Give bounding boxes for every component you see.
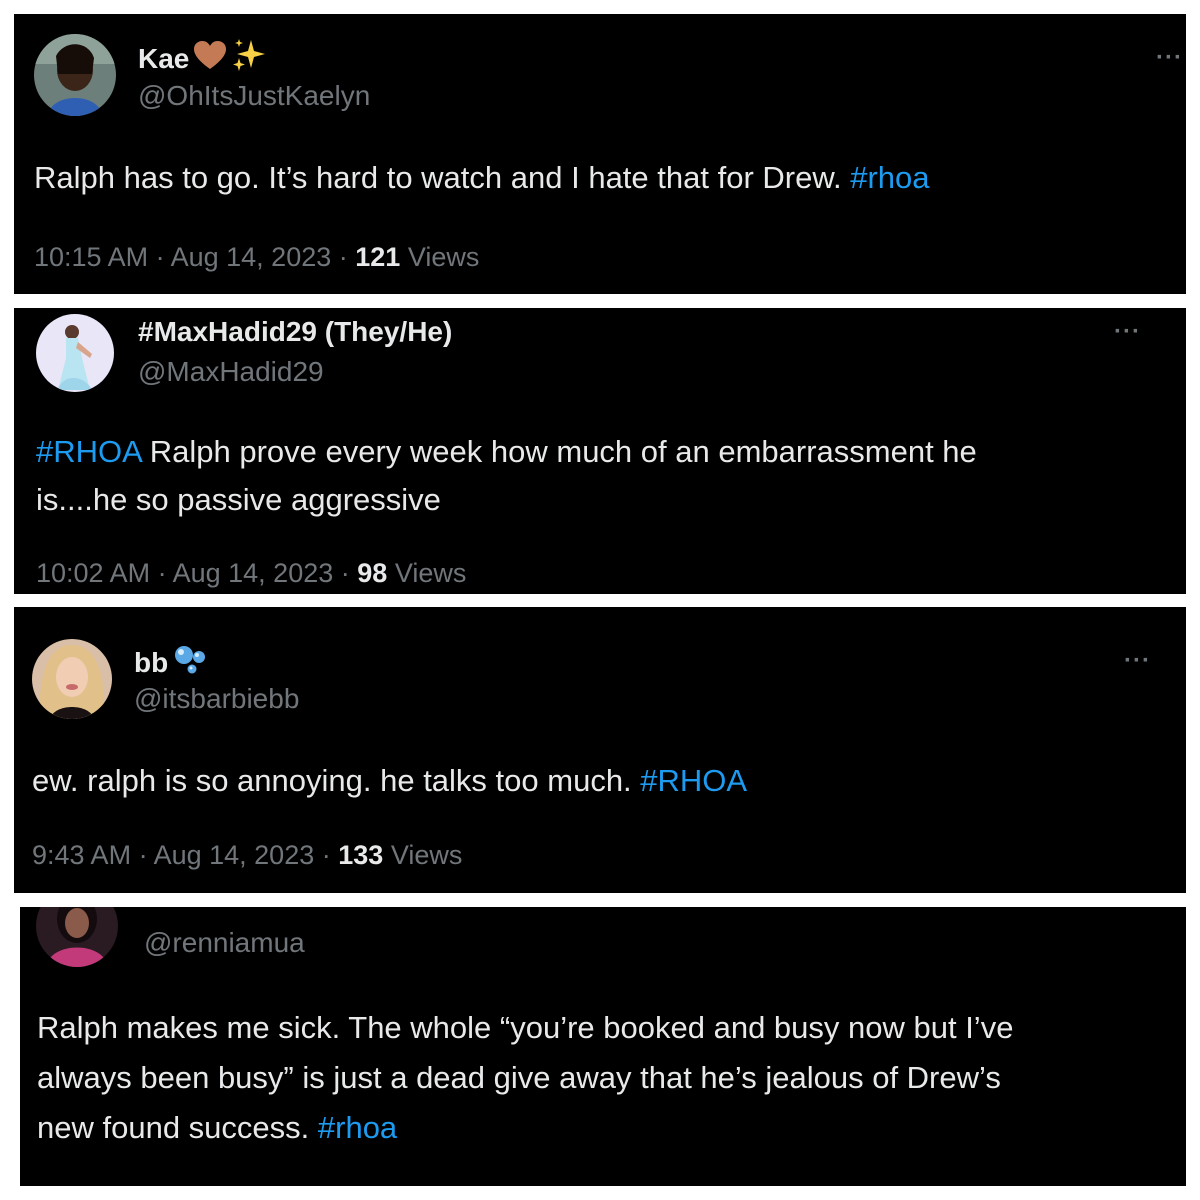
user-handle[interactable]: @renniamua [144,927,305,959]
display-name-text[interactable]: bb [134,647,168,679]
hashtag-link[interactable]: #rhoa [318,1110,397,1145]
tweet-text: #RHOA Ralph prove every week how much of… [36,428,977,524]
tweet-text: Ralph makes me sick. The whole “you’re b… [37,1003,1013,1153]
more-options-icon[interactable]: ··· [1114,320,1141,344]
tweet-card-kae[interactable]: Kae @OhItsJustKaelyn ··· Ralph has to go… [14,14,1186,294]
tweet-text: ew. ralph is so annoying. he talks too m… [32,757,747,805]
hashtag-link[interactable]: #RHOA [640,763,747,798]
bubbles-icon [172,643,208,682]
tweet-date[interactable]: Aug 14, 2023 [173,558,334,588]
tweet-text: Ralph has to go. It’s hard to watch and … [34,154,930,202]
avatar[interactable] [36,907,118,967]
tweet-date[interactable]: Aug 14, 2023 [171,242,332,272]
brown-heart-icon [193,40,227,77]
user-handle[interactable]: @itsbarbiebb [134,683,299,715]
tweet-text-body: Ralph has to go. It’s hard to watch and … [34,160,851,195]
avatar[interactable] [34,34,116,116]
hashtag-link[interactable]: #rhoa [850,160,929,195]
user-handle[interactable]: @MaxHadid29 [138,356,324,388]
display-name[interactable]: #MaxHadid29 (They/He) [138,316,452,348]
tweet-time[interactable]: 9:43 AM [32,840,131,870]
tweet-meta: 10:02 AM · Aug 14, 2023 · 98 Views [36,558,467,588]
views-count[interactable]: 133 [338,840,383,870]
tweet-card-rennia[interactable]: @renniamua Ralph makes me sick. The whol… [20,907,1186,1186]
tweet-meta: 9:43 AM · Aug 14, 2023 · 133 Views [32,840,463,870]
avatar[interactable] [36,314,114,392]
tweet-time[interactable]: 10:02 AM [36,558,150,588]
views-count[interactable]: 121 [355,242,400,272]
tweet-text-line: Ralph prove every week how much of an em… [141,434,977,469]
avatar[interactable] [32,639,112,719]
views-label[interactable]: Views [391,840,463,870]
views-count[interactable]: 98 [357,558,387,588]
tweet-text-line: is....he so passive aggressive [36,482,441,517]
hashtag-link[interactable]: #RHOA [36,434,141,469]
display-name[interactable]: bb [134,643,208,682]
user-handle[interactable]: @OhItsJustKaelyn [138,80,370,112]
avatar-dark-hair-pink-icon [36,907,118,967]
sparkles-icon [231,38,267,79]
tweet-date[interactable]: Aug 14, 2023 [154,840,315,870]
tweet-time[interactable]: 10:15 AM [34,242,148,272]
display-name-text[interactable]: #MaxHadid29 (They/He) [138,316,452,348]
views-label[interactable]: Views [408,242,480,272]
display-name-text[interactable]: Kae [138,43,189,75]
more-options-icon[interactable]: ··· [1156,46,1183,70]
tweet-text-line: new found success. [37,1110,318,1145]
avatar-person-blue-dress-icon [36,314,114,392]
tweet-text-line: Ralph makes me sick. The whole “you’re b… [37,1010,1014,1045]
tweet-card-maxhadid[interactable]: #MaxHadid29 (They/He) @MaxHadid29 ··· #R… [14,308,1186,594]
tweet-text-body: ew. ralph is so annoying. he talks too m… [32,763,641,798]
display-name[interactable]: Kae [138,38,267,79]
tweet-meta: 10:15 AM · Aug 14, 2023 · 121 Views [34,242,480,272]
more-options-icon[interactable]: ··· [1124,649,1151,673]
views-label[interactable]: Views [395,558,467,588]
tweet-text-line: always been busy” is just a dead give aw… [37,1060,1001,1095]
avatar-blonde-woman-icon [32,639,112,719]
tweet-card-bb[interactable]: bb @itsbarbiebb ··· ew. ralph is so anno… [14,607,1186,893]
avatar-woman-sunglasses-icon [34,34,116,116]
